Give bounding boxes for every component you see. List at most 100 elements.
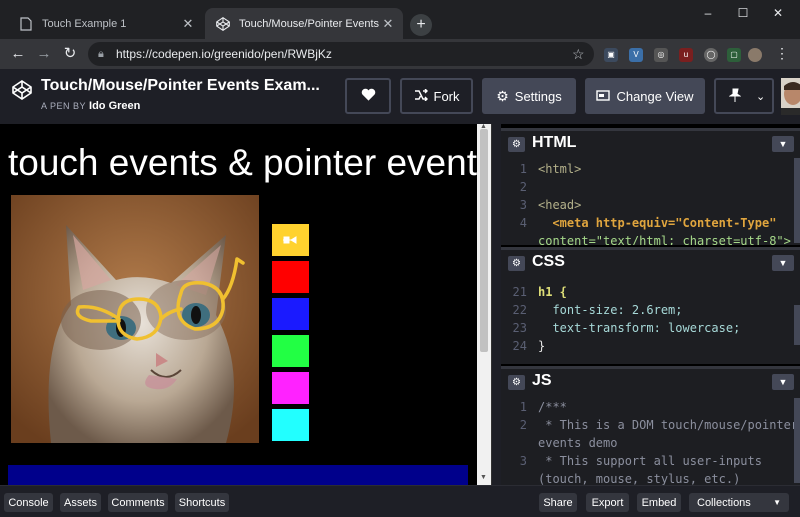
settings-button[interactable]: ⚙ Settings — [482, 78, 576, 114]
heart-icon — [361, 88, 376, 105]
result-preview[interactable]: touch events & pointer events — [0, 124, 477, 485]
gear-icon[interactable]: ⚙ — [508, 375, 525, 390]
extension-icon[interactable]: ▣ — [604, 48, 618, 62]
heart-button[interactable] — [345, 78, 391, 114]
js-editor: ⚙ JS ▼ 1 /*** 2 * This is a DOM touch/mou… — [501, 366, 800, 485]
assets-button[interactable]: Assets — [60, 493, 101, 512]
line-number: 3 — [519, 454, 527, 468]
close-tab-icon[interactable]: ✕ — [379, 16, 397, 32]
scroll-down-icon[interactable]: ▼ — [480, 474, 487, 481]
kitten-image[interactable] — [11, 195, 259, 443]
pin-button[interactable]: ⌄ — [714, 78, 774, 114]
color-swatch-magenta[interactable] — [272, 372, 309, 404]
code-line: * This support all user-inputs — [538, 454, 762, 468]
export-button[interactable]: Export — [586, 493, 629, 512]
editor-scrollbar[interactable] — [794, 158, 800, 243]
code-area[interactable]: 21 h1 { 22 font-size: 2.6rem; 23 text-tra… — [501, 275, 800, 364]
close-tab-icon[interactable]: ✕ — [179, 16, 197, 32]
collections-label: Collections — [697, 496, 751, 509]
code-line: events demo — [538, 436, 618, 450]
page-icon — [18, 16, 34, 32]
js-editor-header: ⚙ JS ▼ — [501, 366, 800, 394]
reload-icon[interactable]: ↻ — [60, 44, 80, 64]
pen-author-line: A PEN BY Ido Green — [41, 100, 140, 112]
extension-icon[interactable]: ▢ — [727, 48, 741, 62]
browser-menu-icon[interactable]: ⋮ — [775, 45, 789, 62]
back-arrow-icon[interactable]: ← — [8, 44, 28, 64]
canvas-area[interactable] — [8, 465, 468, 485]
by-prefix: A PEN BY — [41, 101, 87, 111]
color-swatch-red[interactable] — [272, 261, 309, 293]
chevron-down-icon[interactable]: ▼ — [772, 255, 794, 271]
color-swatch-cyan[interactable] — [272, 409, 309, 441]
lock-icon: 🔒︎ — [98, 47, 104, 60]
tab-touch-example[interactable]: Touch Example 1 ✕ — [8, 8, 203, 39]
editor-scrollbar[interactable] — [794, 305, 800, 345]
ublock-icon[interactable]: u — [679, 48, 693, 62]
embed-button[interactable]: Embed — [637, 493, 681, 512]
extension-icon[interactable]: ◯ — [704, 48, 718, 62]
author-name[interactable]: Ido Green — [89, 100, 140, 112]
code-area[interactable]: 1 <html> 2 3 <head> 4 <meta http-equiv="Co… — [501, 156, 800, 245]
close-window-icon[interactable]: ✕ — [763, 6, 793, 20]
new-tab-button[interactable]: + — [410, 14, 432, 36]
color-swatch-blue[interactable] — [272, 298, 309, 330]
gear-icon[interactable]: ⚙ — [508, 256, 525, 271]
chevron-down-icon[interactable]: ⌄ — [756, 90, 765, 103]
line-number: 1 — [519, 400, 527, 414]
editor-title: HTML — [532, 134, 577, 151]
code-line: * This is a DOM touch/mouse/pointer — [538, 418, 799, 432]
user-avatar[interactable] — [781, 78, 800, 115]
line-number: 24 — [512, 339, 527, 353]
tab-codepen[interactable]: Touch/Mouse/Pointer Events Exa ✕ — [205, 8, 403, 39]
chevron-down-icon[interactable]: ▼ — [772, 136, 794, 152]
code-line: h1 { — [538, 285, 567, 299]
fork-label: Fork — [433, 88, 460, 104]
browser-tab-strip: Touch Example 1 ✕ Touch/Mouse/Pointer Ev… — [0, 0, 800, 39]
codepen-icon — [215, 16, 231, 32]
pane-resize-handle[interactable] — [491, 124, 501, 485]
line-number: 3 — [519, 198, 527, 212]
html-editor: ⚙ HTML ▼ 1 <html> 2 3 <head> 4 <meta http-… — [501, 128, 800, 245]
gear-icon[interactable]: ⚙ — [508, 137, 525, 152]
extension-v-icon[interactable]: V — [629, 48, 643, 62]
collections-dropdown[interactable]: Collections ▼ — [689, 493, 789, 512]
bookmark-star-icon[interactable]: ☆ — [572, 46, 594, 63]
browser-toolbar: ← → ↻ 🔒︎ https://codepen.io/greenido/pen… — [0, 39, 800, 69]
chevron-down-icon[interactable]: ▼ — [772, 374, 794, 390]
console-button[interactable]: Console — [4, 493, 53, 512]
url-text: https://codepen.io/greenido/pen/RWBjKz — [116, 47, 332, 61]
html-editor-header: ⚙ HTML ▼ — [501, 128, 800, 156]
page-heading: touch events & pointer events — [8, 142, 477, 183]
code-area[interactable]: 1 /*** 2 * This is a DOM touch/mouse/poin… — [501, 394, 800, 485]
fork-button[interactable]: Fork — [400, 78, 473, 114]
profile-avatar[interactable] — [748, 48, 762, 62]
pen-title[interactable]: Touch/Mouse/Pointer Events Exam... — [41, 77, 320, 95]
comments-button[interactable]: Comments — [108, 493, 168, 512]
editor-scrollbar[interactable] — [794, 398, 800, 483]
line-number: 2 — [519, 418, 527, 432]
forward-arrow-icon[interactable]: → — [34, 44, 54, 64]
extension-icon[interactable]: ◎ — [654, 48, 668, 62]
maximize-icon[interactable]: ☐ — [728, 6, 758, 20]
shortcuts-button[interactable]: Shortcuts — [175, 493, 229, 512]
code-line: content="text/html; charset=utf-8"> — [538, 234, 791, 245]
share-button[interactable]: Share — [539, 493, 577, 512]
settings-label: Settings — [514, 88, 562, 104]
scrollbar-thumb[interactable] — [480, 129, 488, 352]
codepen-header: Touch/Mouse/Pointer Events Exam... A PEN… — [0, 69, 800, 124]
layout-icon — [596, 89, 611, 104]
change-view-button[interactable]: Change View — [585, 78, 705, 114]
codepen-logo-icon[interactable] — [12, 80, 32, 100]
css-editor-header: ⚙ CSS ▼ — [501, 247, 800, 275]
code-line: text-transform: lowercase; — [538, 321, 741, 335]
line-number: 21 — [512, 285, 527, 299]
minimize-icon[interactable]: – — [693, 6, 723, 20]
editor-title: CSS — [532, 253, 565, 270]
preview-scrollbar[interactable]: ▲ ▼ — [477, 123, 491, 485]
color-swatch-green[interactable] — [272, 335, 309, 367]
address-bar[interactable]: 🔒︎ https://codepen.io/greenido/pen/RWBjK… — [88, 42, 594, 66]
caret-down-icon: ▼ — [773, 498, 781, 507]
color-swatch-yellow[interactable] — [272, 224, 309, 256]
bottom-bar: Console Assets Comments Shortcuts Share … — [0, 485, 800, 517]
